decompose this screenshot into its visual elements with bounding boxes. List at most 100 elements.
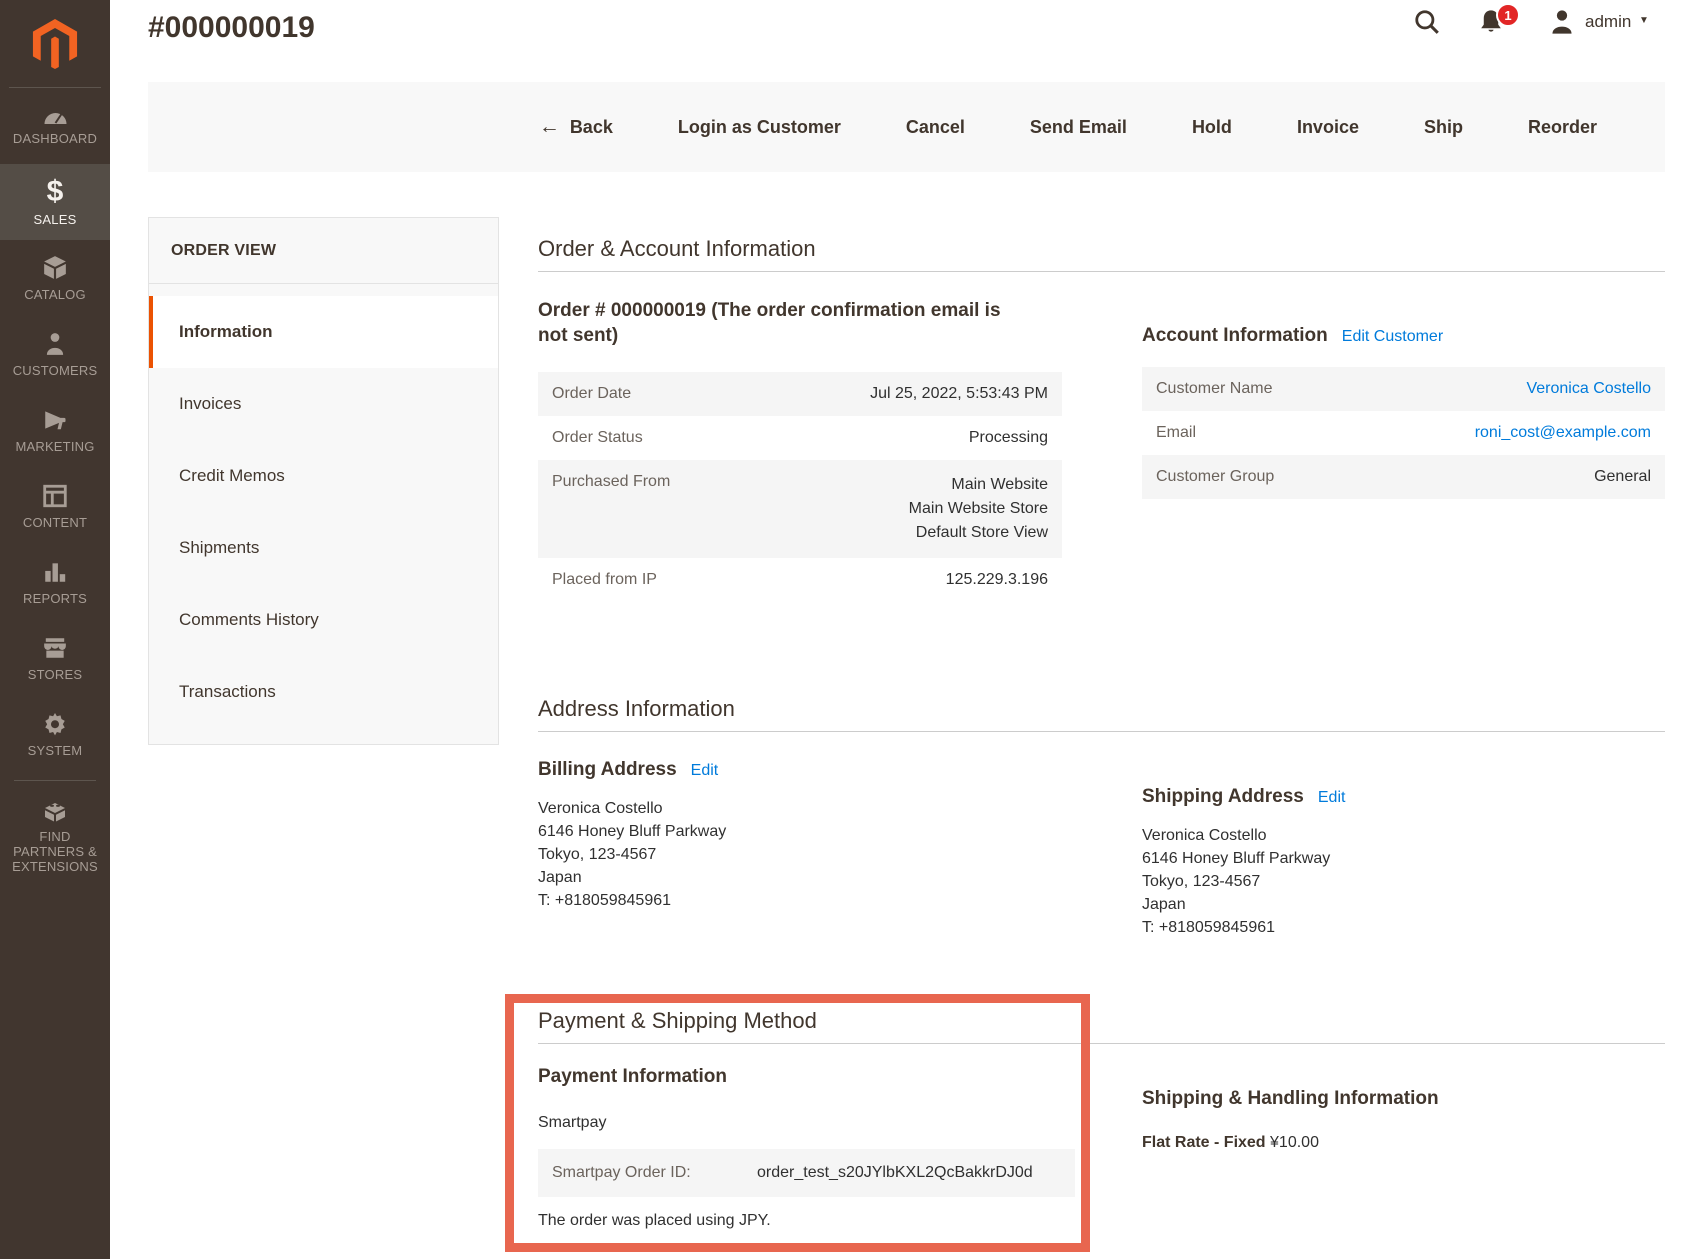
cancel-button[interactable]: Cancel xyxy=(906,117,965,138)
back-arrow-icon: ← xyxy=(538,115,560,138)
sidebar-item-catalog[interactable]: CATALOG xyxy=(0,240,110,316)
tab-comments-history[interactable]: Comments History xyxy=(149,584,498,656)
order-view-panel: ORDER VIEW Information Invoices Credit M… xyxy=(148,217,499,745)
tab-invoices[interactable]: Invoices xyxy=(149,368,498,440)
shipping-method-name: Flat Rate - Fixed xyxy=(1142,1134,1266,1151)
marketing-icon xyxy=(42,407,68,433)
row-value: General xyxy=(1594,468,1651,485)
notification-count-badge[interactable]: 1 xyxy=(1496,3,1520,27)
table-row: Order Status Processing xyxy=(538,416,1062,460)
order-number-heading: Order # 000000019 (The order confirmatio… xyxy=(538,300,1001,346)
system-icon xyxy=(42,711,68,737)
sidebar-item-find-partners[interactable]: FIND PARTNERS & EXTENSIONS xyxy=(0,789,110,888)
section-heading: Payment & Shipping Method xyxy=(538,1008,1665,1044)
edit-shipping-address-link[interactable]: Edit xyxy=(1318,789,1346,806)
sidebar-item-sales[interactable]: $ SALES xyxy=(0,164,110,240)
address-info-section: Address Information Billing Address Edit … xyxy=(538,696,1665,936)
magento-logo[interactable] xyxy=(9,0,101,88)
page-title: #000000019 xyxy=(148,11,315,44)
sidebar-item-label: CATALOG xyxy=(24,286,86,302)
back-button-label: Back xyxy=(569,116,613,137)
reports-icon xyxy=(42,559,68,585)
sidebar-item-dashboard[interactable]: DASHBOARD xyxy=(0,88,110,164)
customer-name-link[interactable]: Veronica Costello xyxy=(1526,380,1651,397)
row-label: Customer Group xyxy=(1156,468,1275,485)
row-value: Jul 25, 2022, 5:53:43 PM xyxy=(870,385,1048,402)
smartpay-order-id-row: Smartpay Order ID: order_test_s20JYlbKXL… xyxy=(538,1149,1075,1197)
smartpay-order-id-label: Smartpay Order ID: xyxy=(552,1164,691,1181)
row-label: Email xyxy=(1156,424,1197,441)
login-as-customer-button[interactable]: Login as Customer xyxy=(678,117,841,138)
table-row: Email roni_cost@example.com xyxy=(1142,411,1665,455)
order-status-value: Processing xyxy=(968,429,1048,446)
billing-address-text: Veronica Costello 6146 Honey Bluff Parkw… xyxy=(538,800,727,909)
sidebar-item-customers[interactable]: CUSTOMERS xyxy=(0,316,110,392)
edit-billing-address-link[interactable]: Edit xyxy=(691,762,719,779)
invoice-button[interactable]: Invoice xyxy=(1297,117,1359,138)
sidebar-nav: DASHBOARD $ SALES CATALOG CUSTOMERS MARK… xyxy=(0,88,110,888)
sidebar-item-system[interactable]: SYSTEM xyxy=(0,696,110,772)
sidebar: DASHBOARD $ SALES CATALOG CUSTOMERS MARK… xyxy=(0,0,110,1259)
row-label: Purchased From xyxy=(552,473,671,490)
catalog-icon xyxy=(42,255,68,281)
sidebar-item-reports[interactable]: REPORTS xyxy=(0,544,110,620)
billing-address-heading-label: Billing Address xyxy=(538,759,677,780)
order-view-title: ORDER VIEW xyxy=(149,218,498,284)
order-info-table: Order Date Jul 25, 2022, 5:53:43 PM Orde… xyxy=(538,372,1062,602)
section-heading: Order & Account Information xyxy=(538,236,1665,272)
shipping-address-heading-label: Shipping Address xyxy=(1142,786,1304,807)
order-view-tabs: Information Invoices Credit Memos Shipme… xyxy=(149,284,498,728)
sidebar-item-label: DASHBOARD xyxy=(12,130,98,146)
account-info-heading: Account Information Edit Customer xyxy=(1142,325,1665,347)
row-label: Order Status xyxy=(552,429,643,446)
billing-address-heading: Billing Address Edit xyxy=(538,759,1062,781)
dashboard-icon xyxy=(42,107,69,125)
admin-avatar-icon[interactable] xyxy=(1548,8,1576,41)
customers-icon xyxy=(42,331,68,357)
sidebar-divider xyxy=(14,780,96,781)
order-account-section: Order & Account Information Order # 0000… xyxy=(538,236,1665,602)
section-heading: Address Information xyxy=(538,696,1665,732)
extensions-icon xyxy=(42,799,68,823)
chevron-down-icon[interactable]: ▼ xyxy=(1639,15,1649,26)
row-label: Placed from IP xyxy=(552,571,657,588)
sidebar-item-content[interactable]: CONTENT xyxy=(0,468,110,544)
sidebar-item-label: SALES xyxy=(33,211,77,227)
magento-logo-icon xyxy=(32,18,78,69)
ship-button[interactable]: Ship xyxy=(1424,117,1463,138)
payment-info-heading: Payment Information xyxy=(538,1066,727,1087)
customer-email-link[interactable]: roni_cost@example.com xyxy=(1475,424,1651,441)
tab-transactions[interactable]: Transactions xyxy=(149,656,498,728)
sidebar-item-stores[interactable]: STORES xyxy=(0,620,110,696)
send-email-button[interactable]: Send Email xyxy=(1030,117,1127,138)
smartpay-order-id-value: order_test_s20JYlbKXL2QcBakkrDJ0d xyxy=(757,1164,1033,1181)
table-row: Customer Group General xyxy=(1142,455,1665,499)
hold-button[interactable]: Hold xyxy=(1192,117,1232,138)
row-label: Order Date xyxy=(552,385,632,402)
account-info-table: Customer Name Veronica Costello Email ro… xyxy=(1142,367,1665,499)
sidebar-item-label: FIND PARTNERS & EXTENSIONS xyxy=(12,829,98,874)
table-row: Placed from IP 125.229.3.196 xyxy=(538,558,1062,602)
sidebar-item-label: MARKETING xyxy=(15,438,95,454)
reorder-button[interactable]: Reorder xyxy=(1528,117,1597,138)
sidebar-item-label: CUSTOMERS xyxy=(12,362,98,378)
sidebar-item-label: CONTENT xyxy=(22,514,88,530)
payment-shipping-section: Payment & Shipping Method Payment Inform… xyxy=(538,1008,1665,1230)
order-toolbar: ← Back Login as Customer Cancel Send Ema… xyxy=(148,82,1665,172)
table-row: Customer Name Veronica Costello xyxy=(1142,367,1665,411)
content-icon xyxy=(42,483,68,509)
sidebar-item-marketing[interactable]: MARKETING xyxy=(0,392,110,468)
tab-shipments[interactable]: Shipments xyxy=(149,512,498,584)
admin-menu[interactable]: admin xyxy=(1585,12,1631,32)
back-button[interactable]: ← Back xyxy=(539,115,613,139)
table-row: Purchased From Main Website Main Website… xyxy=(538,460,1062,558)
edit-customer-link[interactable]: Edit Customer xyxy=(1342,328,1443,345)
tab-information[interactable]: Information xyxy=(149,296,498,368)
row-label: Customer Name xyxy=(1156,380,1273,397)
tab-credit-memos[interactable]: Credit Memos xyxy=(149,440,498,512)
sales-icon: $ xyxy=(46,174,64,208)
account-info-heading-label: Account Information xyxy=(1142,325,1328,346)
shipping-handling-heading: Shipping & Handling Information xyxy=(1142,1088,1439,1109)
row-value: Main Website Main Website Store Default … xyxy=(908,476,1048,541)
search-icon[interactable] xyxy=(1413,8,1441,41)
